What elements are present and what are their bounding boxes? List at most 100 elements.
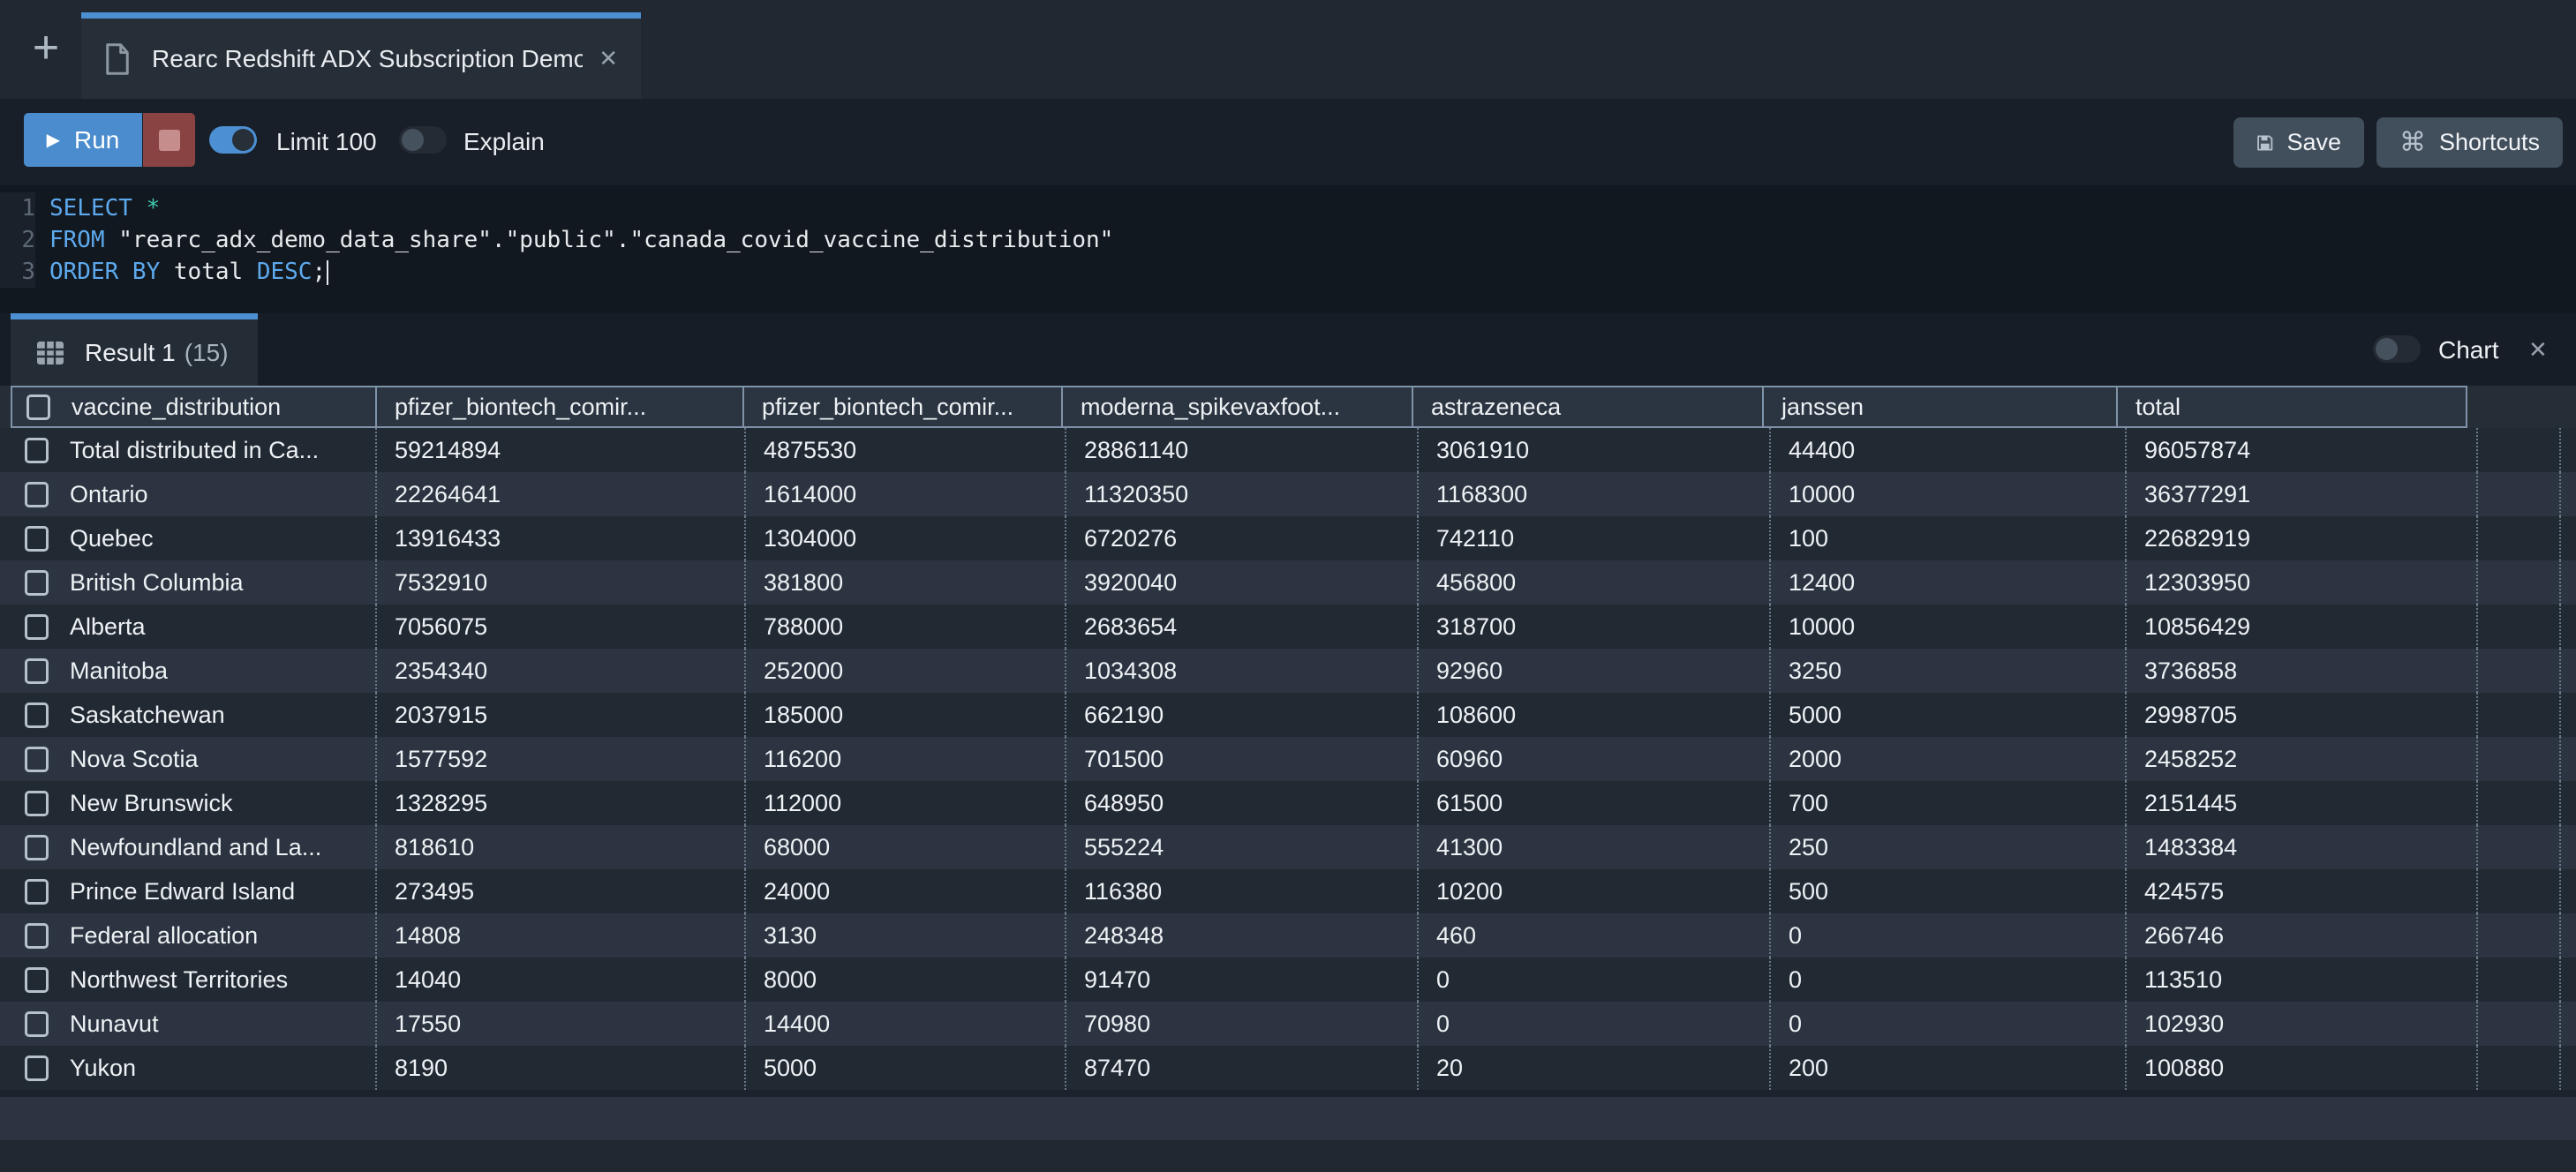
table-cell: Prince Edward Island <box>0 869 377 913</box>
table-cell: 22682919 <box>2127 516 2478 560</box>
table-cell: 7532910 <box>377 560 746 605</box>
cell-value: 185000 <box>764 702 843 729</box>
empty-cell <box>2478 428 2561 472</box>
table-cell: 3920040 <box>1066 560 1419 605</box>
table-cell: 424575 <box>2127 869 2478 913</box>
table-row[interactable]: Federal allocation1480831302483484600266… <box>0 913 2576 958</box>
row-checkbox[interactable] <box>25 791 49 816</box>
table-cell: 3061910 <box>1419 428 1771 472</box>
result-grid-icon <box>35 340 65 366</box>
cell-value: 14400 <box>764 1010 830 1038</box>
shortcuts-button[interactable]: ⌘ Shortcuts <box>2376 117 2563 168</box>
results-close-icon[interactable]: ✕ <box>2528 336 2548 364</box>
table-cell: 273495 <box>377 869 746 913</box>
table-row[interactable]: Nova Scotia15775921162007015006096020002… <box>0 737 2576 781</box>
stop-button[interactable] <box>143 113 195 167</box>
table-cell: 200 <box>1771 1046 2127 1090</box>
table-row[interactable]: New Brunswick132829511200064895061500700… <box>0 781 2576 825</box>
row-checkbox[interactable] <box>25 438 49 463</box>
cell-value: 424575 <box>2144 878 2224 905</box>
select-all-checkbox[interactable] <box>26 394 50 420</box>
editor-tab[interactable]: Rearc Redshift ADX Subscription Demo* ✕ <box>81 12 641 99</box>
table-cell: 0 <box>1419 958 1771 1002</box>
cell-value: 0 <box>1789 922 1802 950</box>
row-checkbox[interactable] <box>25 702 49 728</box>
row-label: British Columbia <box>70 569 244 597</box>
column-header-janssen[interactable]: janssen <box>1762 386 2118 428</box>
column-header-pfizer-biontech-comir[interactable]: pfizer_biontech_comir... <box>375 386 744 428</box>
table-cell: 2683654 <box>1066 605 1419 649</box>
table-row[interactable]: Northwest Territories1404080009147000113… <box>0 958 2576 1002</box>
cell-value: 5000 <box>1789 702 1842 729</box>
table-cell: 28861140 <box>1066 428 1419 472</box>
table-cell: 0 <box>1771 913 2127 958</box>
table-cell: 14808 <box>377 913 746 958</box>
run-button[interactable]: ▶ Run <box>24 113 142 167</box>
row-checkbox[interactable] <box>25 747 49 772</box>
results-tab-bar: Result 1 (15) Chart ✕ <box>0 313 2576 386</box>
table-cell: 2000 <box>1771 737 2127 781</box>
cell-value: 10200 <box>1436 878 1503 905</box>
table-row[interactable]: Ontario222646411614000113203501168300100… <box>0 472 2576 516</box>
table-cell: 44400 <box>1771 428 2127 472</box>
row-checkbox[interactable] <box>25 879 49 905</box>
table-cell: 10856429 <box>2127 605 2478 649</box>
cell-value: 460 <box>1436 922 1476 950</box>
horizontal-scrollbar[interactable] <box>0 1097 2576 1140</box>
table-row[interactable]: Newfoundland and La...818610680005552244… <box>0 825 2576 869</box>
sql-editor[interactable]: 1SELECT *2FROM "rearc_adx_demo_data_shar… <box>0 185 2576 313</box>
cell-value: 17550 <box>395 1010 461 1038</box>
table-row[interactable]: Quebec1391643313040006720276742110100226… <box>0 516 2576 560</box>
line-number: 3 <box>0 256 35 288</box>
results-grid: vaccine_distributionpfizer_biontech_comi… <box>0 386 2576 1140</box>
table-row[interactable]: Alberta705607578800026836543187001000010… <box>0 605 2576 649</box>
row-checkbox[interactable] <box>25 1011 49 1037</box>
table-row[interactable]: Total distributed in Ca...59214894487553… <box>0 428 2576 472</box>
row-checkbox[interactable] <box>25 482 49 507</box>
empty-cell <box>2478 516 2561 560</box>
table-cell: 700 <box>1771 781 2127 825</box>
row-checkbox[interactable] <box>25 526 49 552</box>
row-checkbox[interactable] <box>25 614 49 640</box>
chart-toggle[interactable] <box>2373 335 2421 363</box>
column-header-total[interactable]: total <box>2116 386 2467 428</box>
grid-header-row: vaccine_distributionpfizer_biontech_comi… <box>0 386 2576 428</box>
column-header-vaccine-distribution[interactable]: vaccine_distribution <box>11 386 377 428</box>
row-checkbox[interactable] <box>25 835 49 860</box>
cell-value: 1614000 <box>764 481 856 508</box>
table-cell: Manitoba <box>0 649 377 693</box>
empty-cell <box>2478 1002 2561 1046</box>
code-line: 2FROM "rearc_adx_demo_data_share"."publi… <box>0 224 2576 256</box>
table-row[interactable]: Nunavut17550144007098000102930 <box>0 1002 2576 1046</box>
table-cell: 10200 <box>1419 869 1771 913</box>
tab-close-icon[interactable]: ✕ <box>599 45 618 72</box>
table-cell: 20 <box>1419 1046 1771 1090</box>
result-tab[interactable]: Result 1 (15) <box>11 313 258 386</box>
cell-value: 112000 <box>764 790 841 817</box>
table-cell: 116380 <box>1066 869 1419 913</box>
query-toolbar: ▶ Run Limit 100 Explain Save ⌘ Shortcuts <box>0 99 2576 185</box>
column-header-pfizer-biontech-comir[interactable]: pfizer_biontech_comir... <box>742 386 1063 428</box>
column-header-moderna-spikevaxfoot[interactable]: moderna_spikevaxfoot... <box>1061 386 1413 428</box>
row-checkbox[interactable] <box>25 1056 49 1081</box>
column-header-label: pfizer_biontech_comir... <box>762 394 1013 421</box>
cell-value: 10000 <box>1789 481 1855 508</box>
column-header-astrazeneca[interactable]: astrazeneca <box>1412 386 1764 428</box>
stop-icon <box>159 130 180 151</box>
row-checkbox[interactable] <box>25 967 49 993</box>
row-checkbox[interactable] <box>25 570 49 596</box>
table-row[interactable]: Saskatchewan2037915185000662190108600500… <box>0 693 2576 737</box>
table-row[interactable]: Yukon819050008747020200100880 <box>0 1046 2576 1090</box>
table-row[interactable]: Manitoba23543402520001034308929603250373… <box>0 649 2576 693</box>
explain-toggle[interactable] <box>399 126 447 154</box>
table-cell: Nova Scotia <box>0 737 377 781</box>
table-row[interactable]: British Columbia753291038180039200404568… <box>0 560 2576 605</box>
row-checkbox[interactable] <box>25 658 49 684</box>
table-cell: 266746 <box>2127 913 2478 958</box>
cell-value: 555224 <box>1084 834 1164 861</box>
row-checkbox[interactable] <box>25 923 49 949</box>
table-row[interactable]: Prince Edward Island27349524000116380102… <box>0 869 2576 913</box>
new-tab-button[interactable]: + <box>23 26 69 72</box>
save-button[interactable]: Save <box>2233 117 2364 168</box>
limit-toggle[interactable] <box>209 126 257 154</box>
